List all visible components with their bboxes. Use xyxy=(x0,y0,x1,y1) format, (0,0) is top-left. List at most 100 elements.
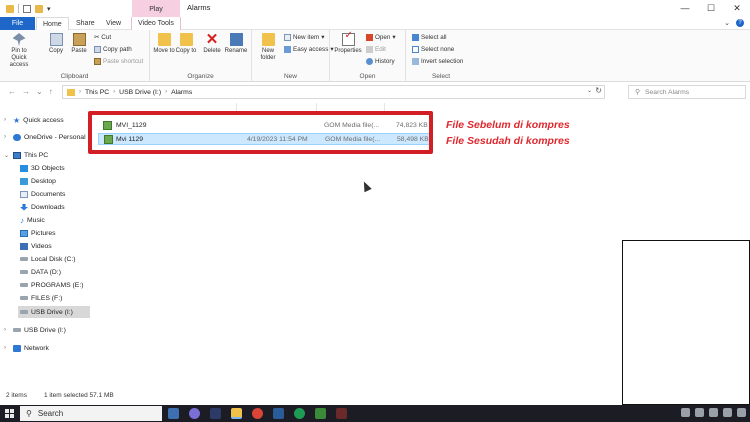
select-all-button[interactable]: Select all xyxy=(412,34,447,41)
drive-icon xyxy=(20,270,28,274)
pin-quick-access-button[interactable]: Pin to Quick access xyxy=(4,33,34,69)
nav-item-music[interactable]: ♪ Music xyxy=(20,214,45,226)
paste-shortcut-button[interactable]: Paste shortcut xyxy=(94,58,143,65)
taskbar: ⚲ Search xyxy=(0,405,750,422)
cut-button[interactable]: ✂ Cut xyxy=(94,34,111,41)
task-view-icon[interactable] xyxy=(168,408,179,419)
wifi-icon[interactable] xyxy=(723,408,732,417)
new-folder-button[interactable]: New folder xyxy=(256,33,280,62)
nav-item-videos[interactable]: Videos xyxy=(20,240,52,252)
history-icon xyxy=(366,58,373,65)
chevron-right-icon[interactable]: › xyxy=(113,89,115,95)
nav-item-documents[interactable]: Documents xyxy=(20,188,65,200)
address-bar[interactable]: › This PC › USB Drive (I:) › Alarms ⌄ ↻ xyxy=(62,85,605,99)
chevron-down-icon[interactable]: ⌄ xyxy=(587,87,592,94)
search-input[interactable]: ⚲ Search Alarms xyxy=(628,85,746,99)
invert-selection-button[interactable]: Invert selection xyxy=(412,58,463,65)
new-item-button[interactable]: New item ▾ xyxy=(284,34,324,41)
chevron-right-icon: › xyxy=(4,134,6,140)
properties-button[interactable]: Properties xyxy=(334,32,362,55)
tray-icon[interactable] xyxy=(695,408,704,417)
move-to-button[interactable]: Move to xyxy=(152,33,176,55)
tray-icon[interactable] xyxy=(681,408,690,417)
nav-item-network[interactable]: › Network xyxy=(4,342,49,354)
nav-item-programs-drive[interactable]: PROGRAMS (E:) xyxy=(20,279,84,291)
nav-item-pictures[interactable]: Pictures xyxy=(20,227,56,239)
nav-item-usb-drive[interactable]: › USB Drive (I:) xyxy=(4,324,66,336)
app-icon[interactable] xyxy=(273,408,284,419)
tab-share[interactable]: Share xyxy=(70,17,101,30)
organize-group: Move to Copy to ✕ Delete Rename Organize xyxy=(150,30,252,82)
tray-icon[interactable] xyxy=(709,408,718,417)
help-icon[interactable]: ? xyxy=(736,19,744,27)
tab-video-tools[interactable]: Video Tools xyxy=(131,17,181,30)
paste-label: Paste xyxy=(71,48,87,54)
copy-to-button[interactable]: Copy to xyxy=(174,33,198,55)
nav-item-local-disk[interactable]: Local Disk (C:) xyxy=(20,253,76,265)
paste-button[interactable]: Paste xyxy=(67,33,91,55)
nav-label: FILES (F:) xyxy=(31,294,63,302)
chevron-right-icon[interactable]: › xyxy=(165,89,167,95)
nav-item-usb-drive-selected[interactable]: USB Drive (I:) xyxy=(18,306,90,318)
app-icon[interactable] xyxy=(336,408,347,419)
copy-icon xyxy=(49,33,63,46)
forward-arrow-icon[interactable]: → xyxy=(22,87,30,96)
chevron-right-icon[interactable]: › xyxy=(79,89,81,95)
tab-home[interactable]: Home xyxy=(36,17,69,30)
nav-item-quick-access[interactable]: › ★ Quick access xyxy=(4,114,64,126)
nav-label: 3D Objects xyxy=(31,164,65,172)
nav-label: USB Drive (I:) xyxy=(24,326,66,334)
computer-icon xyxy=(13,151,21,159)
open-button[interactable]: Open ▾ xyxy=(366,34,396,41)
window-controls: — ☐ ✕ xyxy=(672,0,750,17)
refresh-icon[interactable]: ↻ xyxy=(595,86,602,95)
nav-item-data-drive[interactable]: DATA (D:) xyxy=(20,266,61,278)
taskbar-search[interactable]: ⚲ Search xyxy=(20,406,162,421)
copy-path-button[interactable]: Copy path xyxy=(94,46,132,53)
nav-item-3d-objects[interactable]: 3D Objects xyxy=(20,162,65,174)
nav-label: Pictures xyxy=(31,229,56,237)
nav-item-desktop[interactable]: Desktop xyxy=(20,175,56,187)
star-icon: ★ xyxy=(13,115,21,125)
up-arrow-icon[interactable]: ↑ xyxy=(49,87,53,96)
app-icon[interactable] xyxy=(189,408,200,419)
navigation-pane: › ★ Quick access › OneDrive - Personal ⌄… xyxy=(0,102,92,387)
back-arrow-icon[interactable]: ← xyxy=(8,87,16,96)
chevron-down-icon[interactable]: ⌄ xyxy=(724,19,730,27)
rename-button[interactable]: Rename xyxy=(224,33,248,55)
nav-item-files-drive[interactable]: FILES (F:) xyxy=(20,292,62,304)
nav-label: Quick access xyxy=(23,116,64,124)
nav-item-downloads[interactable]: Downloads xyxy=(20,201,65,213)
nav-item-this-pc[interactable]: ⌄ This PC xyxy=(4,149,48,161)
recent-chevron-icon[interactable]: ⌄ xyxy=(36,87,43,96)
chevron-down-icon[interactable]: ▾ xyxy=(47,5,51,13)
play-context-tab[interactable]: Play xyxy=(132,0,180,17)
breadcrumb-this-pc[interactable]: This PC xyxy=(85,89,109,96)
breadcrumb-usb-drive[interactable]: USB Drive (I:) xyxy=(119,89,161,96)
chrome-icon[interactable] xyxy=(252,408,263,419)
new-item-icon xyxy=(284,34,291,41)
tab-file[interactable]: File xyxy=(0,17,35,30)
history-button[interactable]: History xyxy=(366,58,395,65)
breadcrumb-alarms[interactable]: Alarms xyxy=(171,89,192,96)
new-folder-icon[interactable] xyxy=(35,4,43,13)
tab-view[interactable]: View xyxy=(100,17,127,30)
properties-icon[interactable] xyxy=(23,4,31,13)
delete-button[interactable]: ✕ Delete xyxy=(200,32,224,55)
edit-button[interactable]: Edit xyxy=(366,46,386,53)
copy-button[interactable]: Copy xyxy=(44,33,68,55)
easy-access-button[interactable]: Easy access ▾ xyxy=(284,46,334,53)
select-none-button[interactable]: Select none xyxy=(412,46,454,53)
minimize-button[interactable]: — xyxy=(672,0,698,17)
maximize-button[interactable]: ☐ xyxy=(698,0,724,17)
cut-label: Cut xyxy=(101,34,112,41)
windows-start-icon[interactable] xyxy=(5,409,14,418)
nav-item-onedrive[interactable]: › OneDrive - Personal xyxy=(4,131,86,143)
app-icon[interactable] xyxy=(294,408,305,419)
photoshop-icon[interactable] xyxy=(210,408,221,419)
close-button[interactable]: ✕ xyxy=(724,0,750,17)
app-icon[interactable] xyxy=(315,408,326,419)
file-explorer-icon[interactable] xyxy=(231,408,242,419)
nav-label: Network xyxy=(24,344,49,352)
speaker-icon[interactable] xyxy=(737,408,746,417)
